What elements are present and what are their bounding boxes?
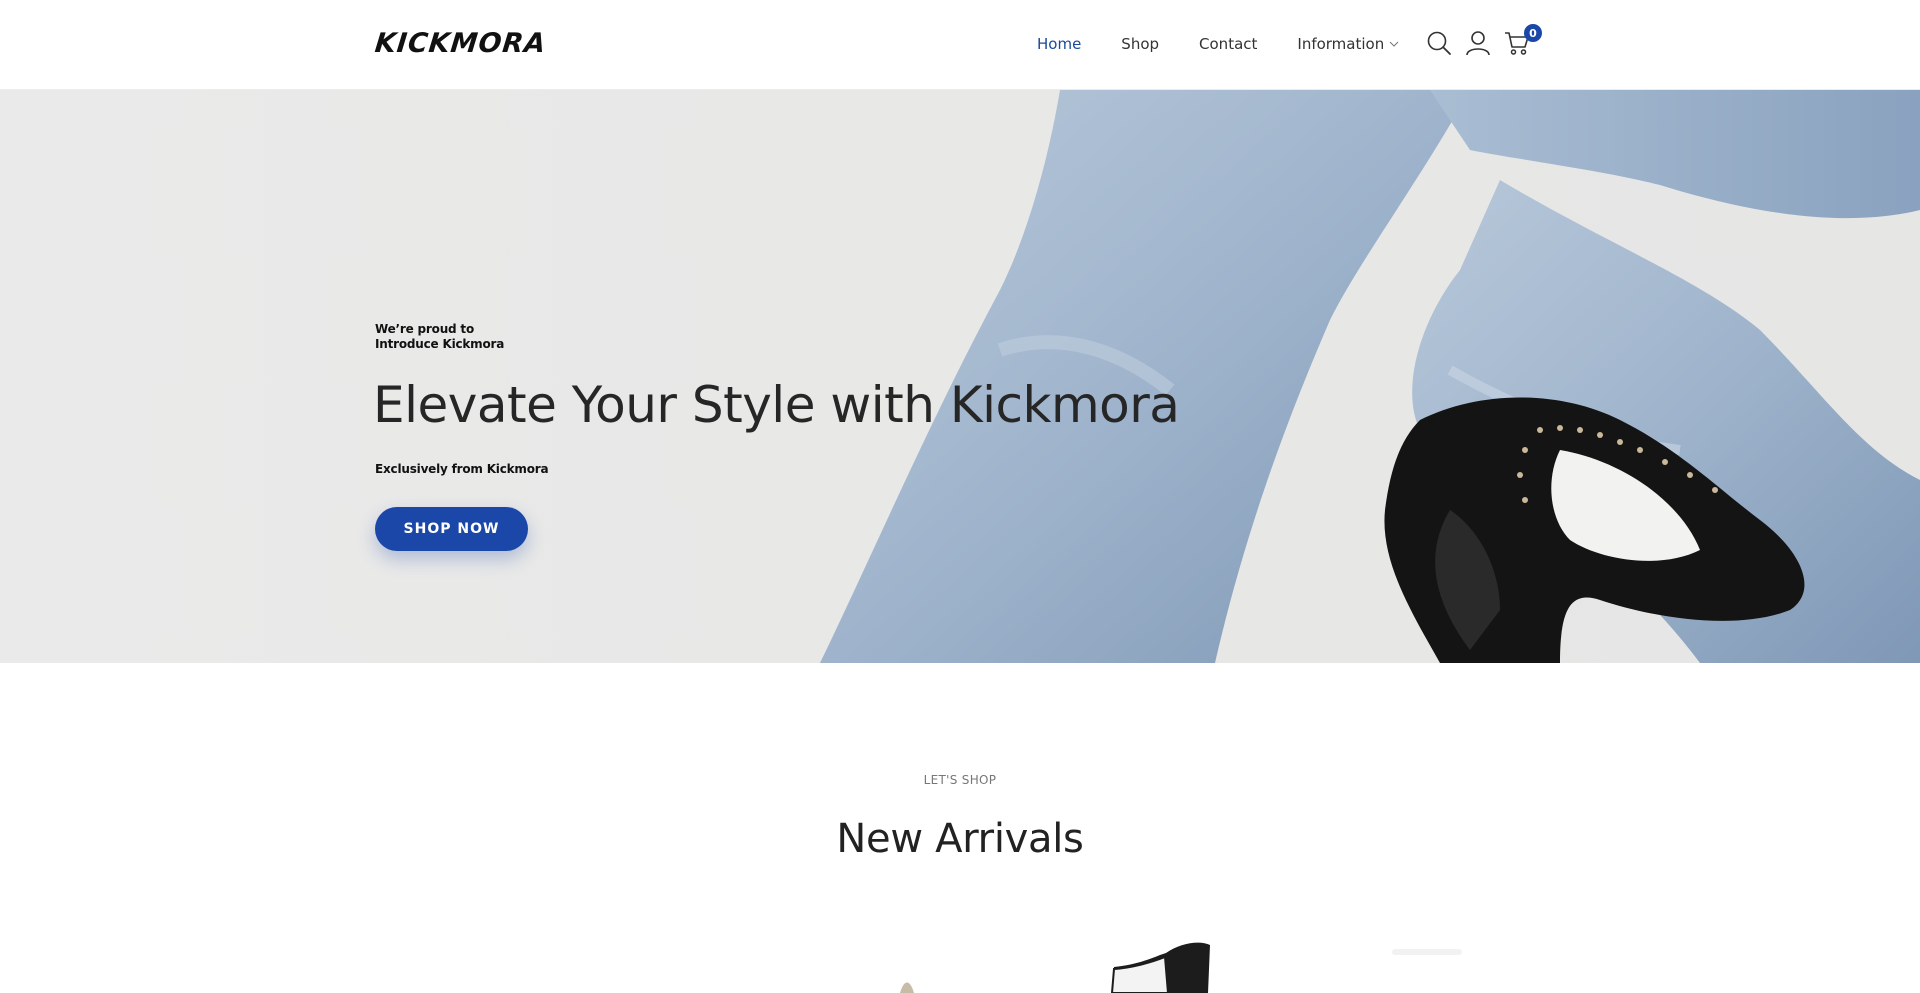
search-button[interactable] — [1424, 28, 1454, 58]
nav-item-label: Information — [1297, 35, 1385, 53]
section-title: New Arrivals — [836, 816, 1084, 862]
shop-now-button[interactable]: SHOP NOW — [375, 507, 528, 551]
nav-item-contact[interactable]: Contact — [1199, 35, 1257, 53]
hero-subtitle: Exclusively from Kickmora — [375, 462, 549, 476]
section-eyebrow: LET'S SHOP — [923, 773, 997, 787]
cart-button[interactable]: 0 — [1502, 24, 1542, 58]
hero-banner: We’re proud to Introduce Kickmora Elevat… — [0, 90, 1920, 663]
site-logo[interactable]: KICKMORA — [373, 28, 547, 59]
nav-item-label: Contact — [1199, 35, 1258, 53]
hero-pretitle-line: Introduce Kickmora — [375, 337, 505, 351]
nav-item-label: Home — [1037, 35, 1082, 53]
hero-pretitle: We’re proud to Introduce Kickmora — [375, 322, 535, 352]
chevron-down-icon — [1389, 41, 1399, 47]
site-header: KICKMORA Home Shop Contact Information 0 — [0, 0, 1920, 90]
search-icon — [1427, 31, 1451, 55]
nav-item-home[interactable]: Home — [1037, 35, 1081, 53]
nav-item-shop[interactable]: Shop — [1121, 35, 1159, 53]
hero-title: Elevate Your Style with Kickmora — [373, 376, 1180, 434]
product-image — [900, 942, 1462, 993]
nav-item-label: Shop — [1121, 35, 1160, 53]
account-button[interactable] — [1463, 28, 1493, 58]
hero-pretitle-line: We’re proud to — [375, 322, 474, 336]
main-nav: Home Shop Contact Information — [1037, 35, 1439, 53]
cart-count-badge: 0 — [1524, 24, 1542, 42]
user-icon — [1466, 31, 1490, 56]
product-images-peek — [0, 935, 1920, 993]
nav-item-information[interactable]: Information — [1297, 35, 1399, 53]
header-icons: 0 — [1424, 24, 1542, 58]
